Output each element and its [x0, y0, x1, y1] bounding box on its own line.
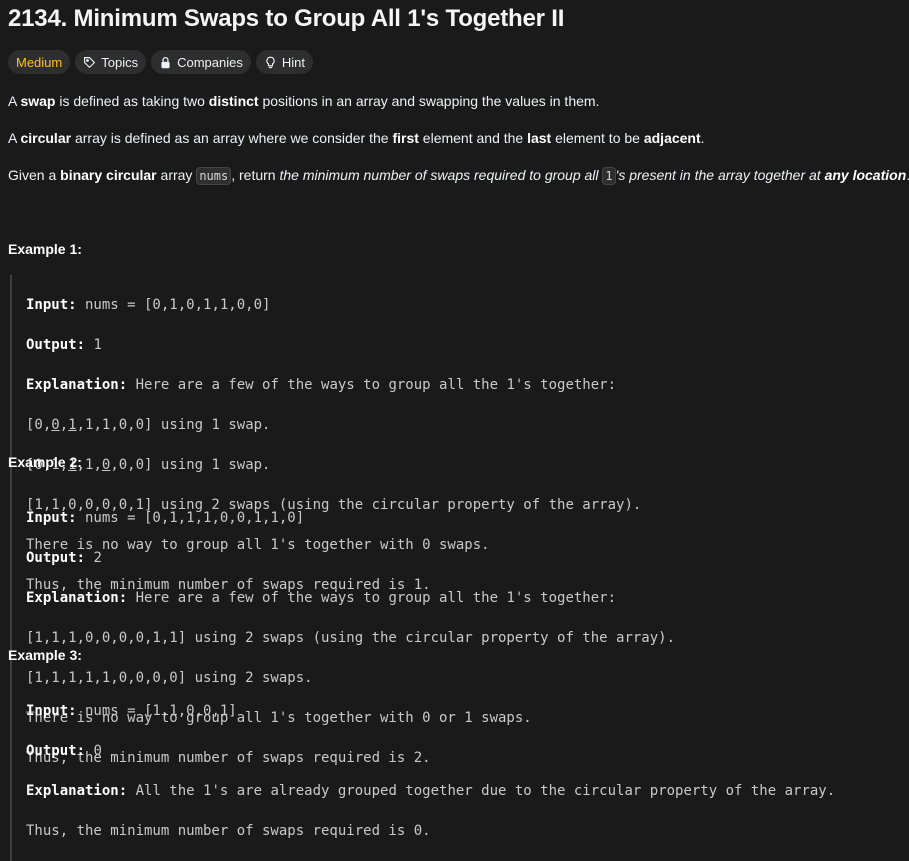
example-3-block: Input: nums = [1,1,0,0,1] Output: 0 Expl… — [10, 681, 900, 861]
example-3-title: Example 3: — [8, 647, 82, 663]
lightbulb-icon — [266, 56, 275, 68]
example-2-title: Example 2: — [8, 454, 82, 470]
problem-title: 2134. Minimum Swaps to Group All 1's Tog… — [8, 5, 565, 32]
description-paragraph-2: A circular array is defined as an array … — [8, 130, 705, 146]
difficulty-label: Medium — [16, 54, 63, 70]
inline-code-nums: nums — [196, 167, 232, 185]
topics-label: Topics — [101, 54, 139, 70]
description-paragraph-3: Given a binary circular array nums, retu… — [8, 167, 909, 185]
description-paragraph-1: A swap is defined as taking two distinct… — [8, 93, 600, 109]
inline-code-one: 1 — [602, 167, 616, 185]
example-1-title: Example 1: — [8, 241, 82, 257]
companies-button[interactable]: Companies — [151, 50, 251, 74]
topics-button[interactable]: Topics — [75, 50, 147, 74]
difficulty-badge[interactable]: Medium — [8, 50, 71, 74]
tag-bar: Medium Topics Companies Hint — [8, 50, 313, 74]
companies-label: Companies — [177, 54, 243, 70]
lock-icon — [161, 56, 170, 68]
tag-icon — [84, 56, 96, 68]
hint-label: Hint — [281, 54, 305, 70]
hint-button[interactable]: Hint — [255, 50, 313, 74]
